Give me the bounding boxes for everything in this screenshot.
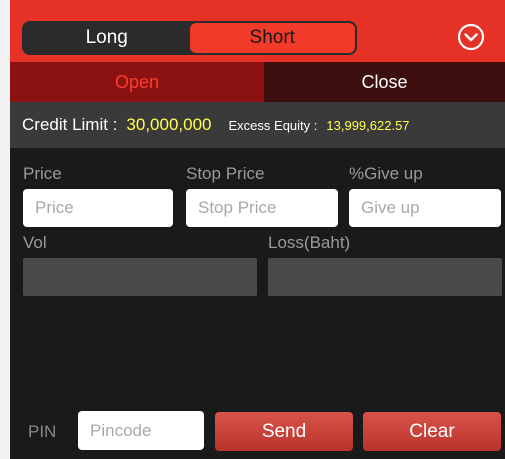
give-up-label: %Give up — [349, 164, 423, 183]
send-button[interactable]: Send — [215, 412, 353, 451]
price-label: Price — [23, 164, 62, 183]
pincode-input[interactable] — [78, 411, 204, 450]
credit-limit-value: 30,000,000 — [126, 115, 212, 134]
credit-limit-label: Credit Limit : — [22, 115, 118, 134]
pin-label: PIN — [28, 422, 57, 441]
excess-equity-label: Excess Equity : — [228, 117, 318, 133]
stop-price-input[interactable] — [186, 189, 338, 227]
stop-price-label: Stop Price — [186, 164, 265, 183]
tab-open[interactable]: Open — [10, 62, 264, 102]
header-bar: Long Short — [10, 0, 505, 62]
segment-short[interactable]: Short — [189, 23, 355, 53]
chevron-down-circle-icon[interactable] — [456, 22, 486, 52]
segment-long[interactable]: Long — [24, 23, 190, 53]
vol-field[interactable] — [23, 258, 257, 296]
long-short-toggle[interactable]: Long Short — [22, 21, 357, 55]
clear-button[interactable]: Clear — [363, 412, 501, 451]
tab-close[interactable]: Close — [264, 62, 505, 102]
credit-info-row: Credit Limit : 30,000,000 Excess Equity … — [10, 102, 505, 148]
excess-equity-value: 13,999,622.57 — [326, 117, 410, 133]
loss-field — [268, 258, 502, 296]
vol-label: Vol — [23, 233, 47, 252]
price-input[interactable] — [23, 189, 173, 227]
loss-label: Loss(Baht) — [268, 233, 351, 252]
give-up-input[interactable] — [349, 189, 501, 227]
open-close-tabs: Open Close — [10, 62, 505, 102]
order-panel: Long Short Open Close Credit Limit : 30,… — [10, 0, 505, 459]
